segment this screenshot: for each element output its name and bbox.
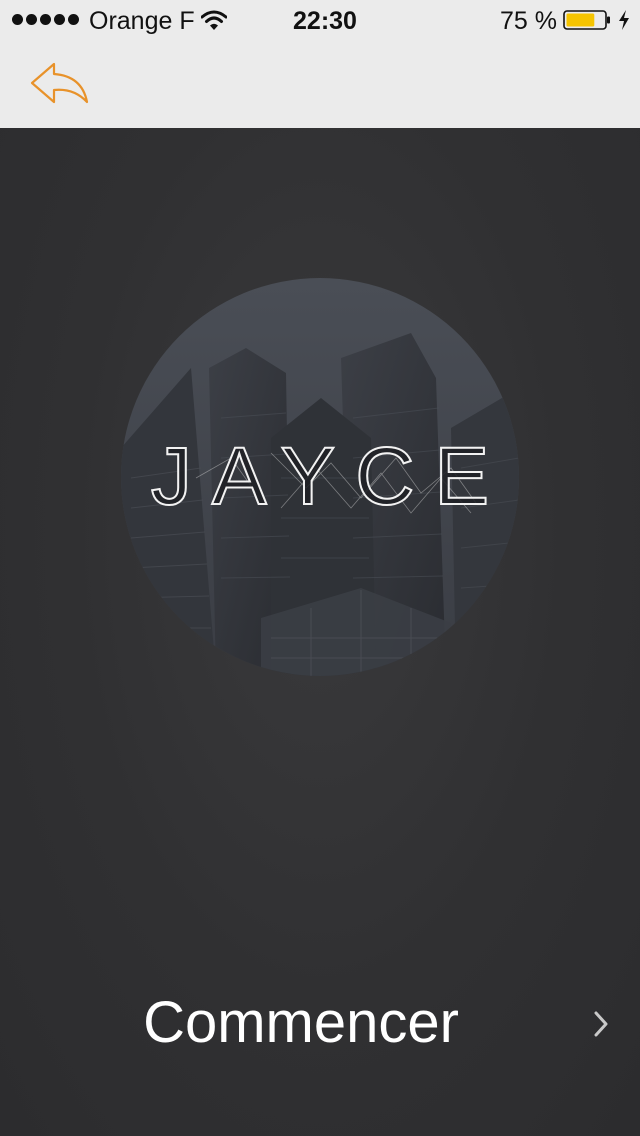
charging-bolt-icon xyxy=(619,10,629,30)
battery-percentage: 75 % xyxy=(500,7,557,35)
chevron-right-icon xyxy=(594,1011,608,1037)
status-bar: Orange F 22:30 75 % xyxy=(0,0,640,40)
logo-text: JAYCE xyxy=(150,431,510,522)
start-button[interactable]: Commencer xyxy=(0,988,640,1058)
main-content: JAYCE Commencer xyxy=(0,128,640,1136)
start-button-label: Commencer xyxy=(143,990,459,1055)
navigation-bar xyxy=(0,40,640,128)
back-button[interactable] xyxy=(24,52,96,112)
app-logo: JAYCE xyxy=(121,278,519,676)
reply-arrow-icon xyxy=(30,62,89,104)
battery-icon xyxy=(563,10,610,30)
